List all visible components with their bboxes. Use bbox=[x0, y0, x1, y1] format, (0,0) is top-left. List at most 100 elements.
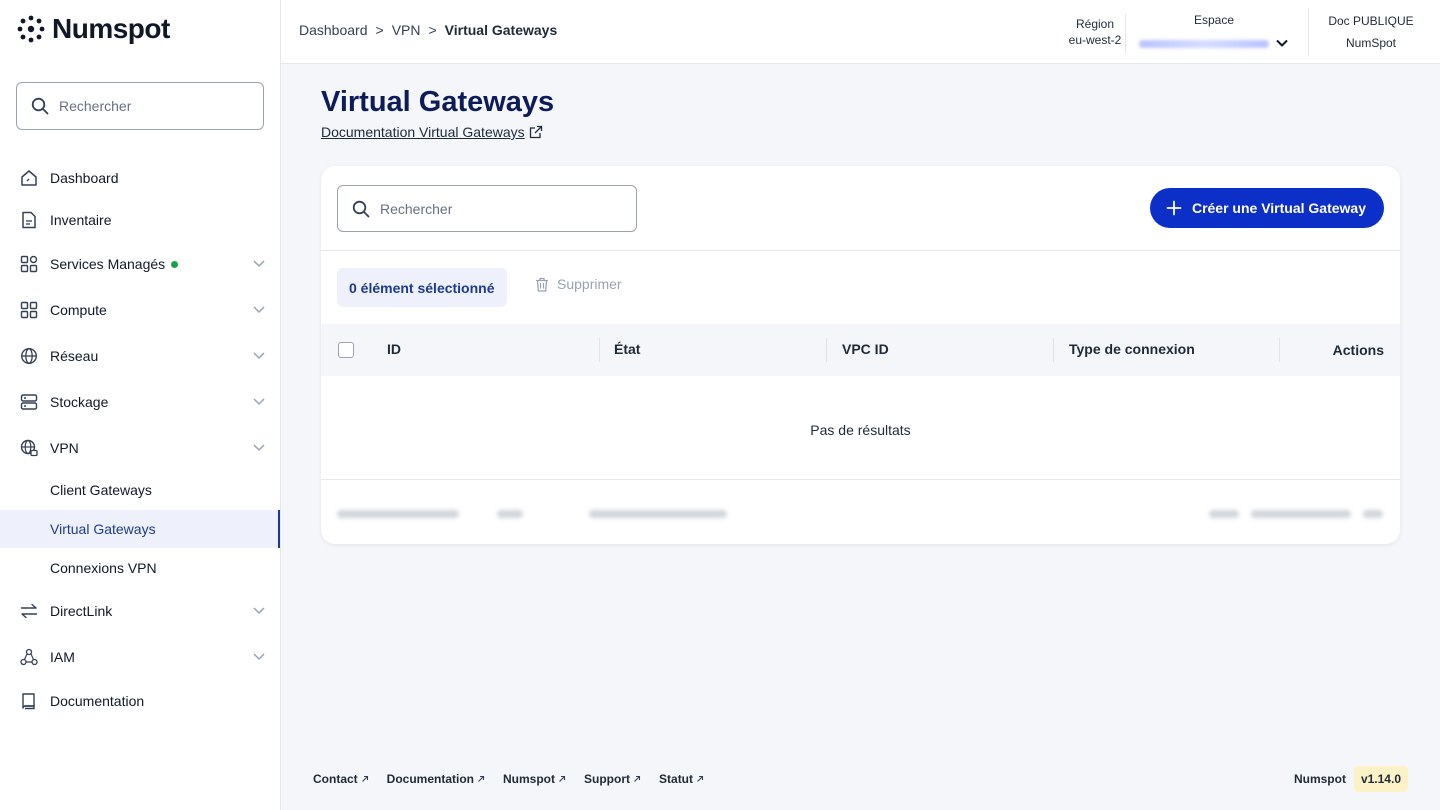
footer-brand: Numspot v1.14.0 bbox=[1294, 766, 1408, 792]
sidebar-subitem-connexions-vpn[interactable]: Connexions VPN bbox=[0, 549, 280, 587]
sidebar-item-label: VPN bbox=[50, 440, 79, 456]
space-value-redacted bbox=[1139, 40, 1269, 48]
footer-link-statut[interactable]: Statut bbox=[659, 772, 704, 786]
table-header: ID État VPC ID Type de connexion Actions bbox=[321, 324, 1400, 376]
sidebar-item-reseau[interactable]: Réseau bbox=[0, 336, 280, 376]
space-selector[interactable]: Espace bbox=[1139, 10, 1289, 50]
globe-icon bbox=[20, 347, 38, 365]
breadcrumb-separator: > bbox=[428, 22, 437, 38]
sidebar-item-iam[interactable]: IAM bbox=[0, 637, 280, 677]
trash-icon bbox=[536, 277, 548, 292]
column-header-type-connexion[interactable]: Type de connexion bbox=[1069, 341, 1195, 357]
footer-link-label: Contact bbox=[313, 772, 358, 786]
documentation-link[interactable]: Documentation Virtual Gateways bbox=[321, 124, 543, 140]
divider bbox=[321, 250, 1400, 251]
column-divider bbox=[1279, 338, 1280, 362]
chevron-down-icon[interactable] bbox=[252, 649, 266, 663]
page-title: Virtual Gateways bbox=[321, 86, 555, 118]
grid-icon bbox=[20, 301, 38, 319]
footer-link-numspot[interactable]: Numspot bbox=[503, 772, 566, 786]
sidebar-item-dashboard[interactable]: Dashboard bbox=[0, 158, 280, 198]
column-header-vpc-id[interactable]: VPC ID bbox=[842, 341, 889, 357]
topbar-divider bbox=[1308, 8, 1309, 56]
pagination-redacted bbox=[1363, 510, 1383, 518]
sidebar-item-label: IAM bbox=[50, 649, 75, 665]
book-icon bbox=[22, 693, 35, 710]
sidebar-item-label: Compute bbox=[50, 302, 107, 318]
search-icon bbox=[352, 200, 370, 217]
chevron-down-icon[interactable] bbox=[252, 394, 266, 408]
create-button-label: Créer une Virtual Gateway bbox=[1191, 200, 1366, 216]
topbar-divider bbox=[1125, 14, 1126, 54]
divider bbox=[321, 479, 1400, 480]
arrow-up-right-icon bbox=[559, 775, 566, 782]
region-selector[interactable]: Région eu-west-2 bbox=[1041, 14, 1149, 50]
sidebar-item-compute[interactable]: Compute bbox=[0, 290, 280, 330]
sidebar-subitem-label: Connexions VPN bbox=[50, 560, 157, 576]
storage-icon bbox=[20, 394, 38, 410]
logo-text: Numspot bbox=[52, 13, 170, 44]
delete-button[interactable]: Supprimer bbox=[535, 276, 622, 292]
column-divider bbox=[599, 338, 600, 362]
breadcrumb-item-dashboard[interactable]: Dashboard bbox=[299, 22, 368, 38]
sidebar-item-stockage[interactable]: Stockage bbox=[0, 382, 280, 422]
footer-link-support[interactable]: Support bbox=[584, 772, 641, 786]
documentation-link-label: Documentation Virtual Gateways bbox=[321, 124, 525, 140]
chevron-down-icon[interactable] bbox=[252, 603, 266, 617]
sidebar-subitem-label: Client Gateways bbox=[50, 482, 152, 498]
sidebar-item-directlink[interactable]: DirectLink bbox=[0, 591, 280, 631]
empty-state-text: Pas de résultats bbox=[810, 422, 911, 438]
arrow-up-right-icon bbox=[361, 775, 368, 782]
footer-link-documentation[interactable]: Documentation bbox=[387, 772, 485, 786]
sidebar: Numspot Dashboard Inventaire Services Ma… bbox=[0, 0, 281, 810]
chevron-down-icon[interactable] bbox=[1275, 36, 1289, 50]
selection-count-badge: 0 élément sélectionné bbox=[337, 268, 507, 307]
column-header-etat[interactable]: État bbox=[614, 341, 640, 357]
footer-link-label: Support bbox=[584, 772, 631, 786]
breadcrumb-item-vpn[interactable]: VPN bbox=[392, 22, 421, 38]
arrows-exchange-icon bbox=[20, 603, 38, 619]
breadcrumb: Dashboard > VPN > Virtual Gateways bbox=[299, 22, 557, 38]
table-search-input[interactable] bbox=[380, 200, 620, 217]
arrow-up-right-icon bbox=[478, 775, 485, 782]
sidebar-subitem-client-gateways[interactable]: Client Gateways bbox=[0, 471, 280, 509]
home-icon bbox=[21, 170, 37, 186]
footer-link-label: Statut bbox=[659, 772, 694, 786]
sidebar-item-services-manages[interactable]: Services Managés bbox=[0, 244, 280, 284]
sidebar-item-vpn[interactable]: VPN bbox=[0, 428, 280, 468]
select-all-checkbox[interactable] bbox=[338, 342, 354, 358]
chevron-down-icon[interactable] bbox=[252, 440, 266, 454]
chevron-down-icon[interactable] bbox=[252, 302, 266, 316]
sidebar-item-inventaire[interactable]: Inventaire bbox=[0, 200, 280, 240]
chevron-down-icon[interactable] bbox=[252, 256, 266, 270]
external-link-icon bbox=[529, 125, 542, 139]
pagination-redacted bbox=[1251, 510, 1351, 518]
sidebar-subitem-virtual-gateways[interactable]: Virtual Gateways bbox=[0, 510, 280, 548]
create-virtual-gateway-button[interactable]: Créer une Virtual Gateway bbox=[1149, 188, 1384, 228]
breadcrumb-item-current: Virtual Gateways bbox=[444, 22, 558, 38]
logo[interactable]: Numspot bbox=[16, 12, 170, 46]
doc-space-info[interactable]: Doc PUBLIQUE NumSpot bbox=[1321, 10, 1421, 54]
space-label: Espace bbox=[1193, 13, 1235, 27]
footer-links: Contact Documentation Numspot Support St… bbox=[313, 772, 704, 786]
plus-icon bbox=[1166, 200, 1182, 216]
delete-button-label: Supprimer bbox=[557, 276, 622, 292]
footer-link-contact[interactable]: Contact bbox=[313, 772, 369, 786]
search-icon bbox=[31, 97, 49, 115]
column-header-actions: Actions bbox=[1332, 342, 1384, 358]
sidebar-nav: Dashboard Inventaire Services Managés Co… bbox=[0, 158, 280, 721]
column-divider bbox=[826, 338, 827, 362]
arrow-up-right-icon bbox=[697, 775, 704, 782]
footer-link-label: Documentation bbox=[386, 772, 475, 786]
sidebar-item-label: DirectLink bbox=[50, 603, 113, 619]
sidebar-search[interactable] bbox=[16, 82, 264, 130]
sidebar-search-input[interactable] bbox=[59, 98, 239, 114]
table-search[interactable] bbox=[337, 185, 637, 232]
breadcrumb-separator: > bbox=[375, 22, 384, 38]
sidebar-item-label: Réseau bbox=[50, 348, 99, 364]
chevron-down-icon[interactable] bbox=[252, 348, 266, 362]
gateways-table-card: Créer une Virtual Gateway 0 élément séle… bbox=[321, 166, 1400, 544]
column-header-id[interactable]: ID bbox=[387, 341, 401, 357]
grid-settings-icon bbox=[20, 255, 38, 273]
sidebar-item-documentation[interactable]: Documentation bbox=[0, 681, 280, 721]
